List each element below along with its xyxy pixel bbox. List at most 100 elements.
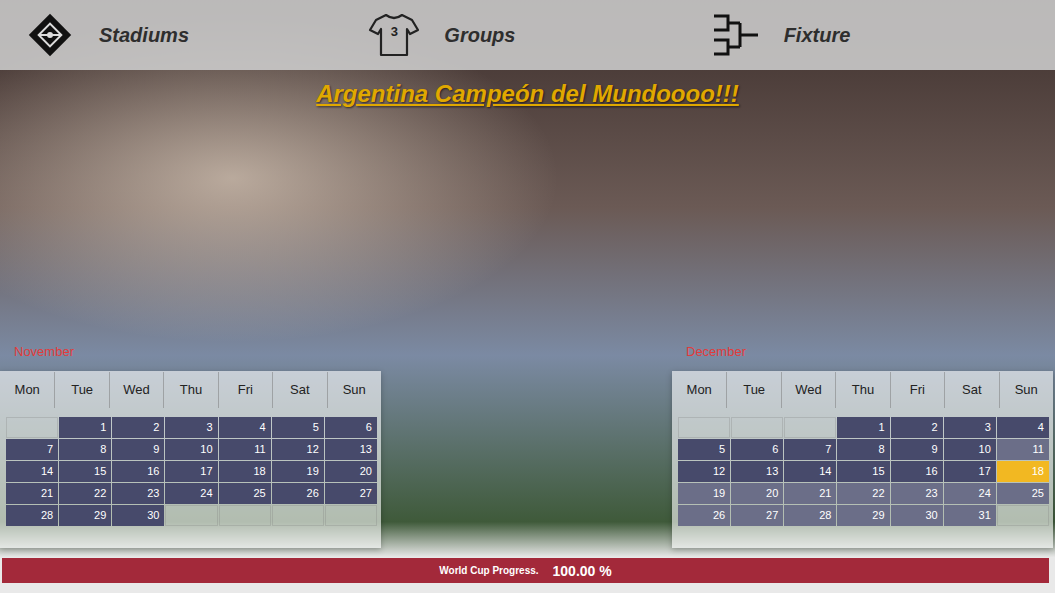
day-cell[interactable]: 23 — [112, 483, 164, 504]
day-cell[interactable]: 1 — [59, 417, 111, 438]
day-cell[interactable]: 4 — [997, 417, 1049, 438]
day-cell[interactable]: 7 — [6, 439, 58, 460]
day-cell[interactable]: 22 — [837, 483, 889, 504]
day-cell[interactable]: 27 — [325, 483, 377, 504]
day-cell[interactable]: 28 — [6, 505, 58, 526]
day-cell[interactable]: 26 — [272, 483, 324, 504]
day-cell[interactable]: 29 — [59, 505, 111, 526]
progress-label: World Cup Progress. — [439, 565, 538, 576]
progress-reading: 100.00 % — [553, 563, 612, 579]
calendar-row: NovemberMonTueWedThuFriSatSun12345678910… — [0, 344, 1055, 548]
day-cell[interactable]: 30 — [891, 505, 943, 526]
day-cell[interactable]: 21 — [784, 483, 836, 504]
weekday: Sun — [327, 372, 381, 408]
day-cell[interactable]: 27 — [731, 505, 783, 526]
empty-cell — [165, 505, 217, 526]
day-cell[interactable]: 22 — [59, 483, 111, 504]
day-cell[interactable]: 25 — [997, 483, 1049, 504]
day-cell[interactable]: 2 — [891, 417, 943, 438]
empty-cell — [219, 505, 271, 526]
weekday: Wed — [109, 372, 163, 408]
day-cell[interactable]: 16 — [891, 461, 943, 482]
day-cell[interactable]: 14 — [784, 461, 836, 482]
day-cell[interactable]: 21 — [6, 483, 58, 504]
day-cell[interactable]: 16 — [112, 461, 164, 482]
calendar-panel: MonTueWedThuFriSatSun1234567891011121314… — [0, 371, 381, 548]
day-cell[interactable]: 12 — [678, 461, 730, 482]
weekday: Mon — [0, 372, 54, 408]
day-cell[interactable]: 18 — [219, 461, 271, 482]
day-cell[interactable]: 8 — [837, 439, 889, 460]
day-grid: 1234567891011121314151617181920212223242… — [672, 417, 1053, 526]
weekday: Wed — [781, 372, 835, 408]
day-cell[interactable]: 20 — [731, 483, 783, 504]
shirt-icon: 3 — [368, 12, 420, 58]
day-cell[interactable]: 10 — [944, 439, 996, 460]
nav-item[interactable]: Fixture — [712, 12, 1055, 58]
day-cell[interactable]: 11 — [219, 439, 271, 460]
day-cell[interactable]: 14 — [6, 461, 58, 482]
nav-item[interactable]: 3Groups — [368, 12, 711, 58]
day-cell[interactable]: 24 — [944, 483, 996, 504]
day-cell[interactable]: 23 — [891, 483, 943, 504]
bracket-icon — [712, 12, 760, 58]
day-cell[interactable]: 3 — [165, 417, 217, 438]
empty-cell — [6, 417, 58, 438]
day-cell[interactable]: 28 — [784, 505, 836, 526]
day-cell[interactable]: 5 — [272, 417, 324, 438]
empty-cell — [678, 417, 730, 438]
day-cell[interactable]: 6 — [325, 417, 377, 438]
weekday: Tue — [726, 372, 780, 408]
day-cell[interactable]: 13 — [325, 439, 377, 460]
nav-bar: Stadiums3GroupsFixture — [0, 0, 1055, 70]
day-cell[interactable]: 9 — [891, 439, 943, 460]
day-cell[interactable]: 11 — [997, 439, 1049, 460]
weekday: Tue — [54, 372, 108, 408]
day-cell[interactable]: 15 — [837, 461, 889, 482]
empty-cell — [731, 417, 783, 438]
month-label: December — [672, 344, 1053, 371]
day-cell[interactable]: 9 — [112, 439, 164, 460]
day-cell[interactable]: 20 — [325, 461, 377, 482]
day-cell[interactable]: 17 — [165, 461, 217, 482]
weekday: Sat — [944, 372, 998, 408]
weekday: Thu — [163, 372, 217, 408]
day-cell[interactable]: 15 — [59, 461, 111, 482]
weekday: Fri — [218, 372, 272, 408]
day-cell[interactable]: 31 — [944, 505, 996, 526]
empty-cell — [325, 505, 377, 526]
weekday-row: MonTueWedThuFriSatSun — [672, 371, 1053, 409]
page-title: Argentina Campeón del Mundoooo!!! — [0, 80, 1055, 108]
day-cell[interactable]: 2 — [112, 417, 164, 438]
empty-cell — [272, 505, 324, 526]
weekday: Sat — [272, 372, 326, 408]
day-cell[interactable]: 7 — [784, 439, 836, 460]
day-cell[interactable]: 5 — [678, 439, 730, 460]
weekday: Mon — [672, 372, 726, 408]
day-cell[interactable]: 30 — [112, 505, 164, 526]
calendar-panel: MonTueWedThuFriSatSun1234567891011121314… — [672, 371, 1053, 548]
day-cell[interactable]: 18 — [997, 461, 1049, 482]
day-cell[interactable]: 13 — [731, 461, 783, 482]
calendar: DecemberMonTueWedThuFriSatSun12345678910… — [672, 344, 1053, 548]
nav-item[interactable]: Stadiums — [25, 10, 368, 60]
day-cell[interactable]: 24 — [165, 483, 217, 504]
empty-cell — [784, 417, 836, 438]
day-cell[interactable]: 6 — [731, 439, 783, 460]
day-cell[interactable]: 8 — [59, 439, 111, 460]
calendar: NovemberMonTueWedThuFriSatSun12345678910… — [0, 344, 381, 548]
weekday-row: MonTueWedThuFriSatSun — [0, 371, 381, 409]
day-cell[interactable]: 1 — [837, 417, 889, 438]
day-cell[interactable]: 4 — [219, 417, 271, 438]
day-cell[interactable]: 19 — [272, 461, 324, 482]
day-cell[interactable]: 26 — [678, 505, 730, 526]
weekday: Sun — [999, 372, 1053, 408]
day-cell[interactable]: 3 — [944, 417, 996, 438]
day-cell[interactable]: 19 — [678, 483, 730, 504]
day-cell[interactable]: 25 — [219, 483, 271, 504]
dashboard: Stadiums3GroupsFixture Argentina Campeón … — [0, 0, 1055, 593]
day-cell[interactable]: 29 — [837, 505, 889, 526]
day-cell[interactable]: 10 — [165, 439, 217, 460]
day-cell[interactable]: 17 — [944, 461, 996, 482]
day-cell[interactable]: 12 — [272, 439, 324, 460]
